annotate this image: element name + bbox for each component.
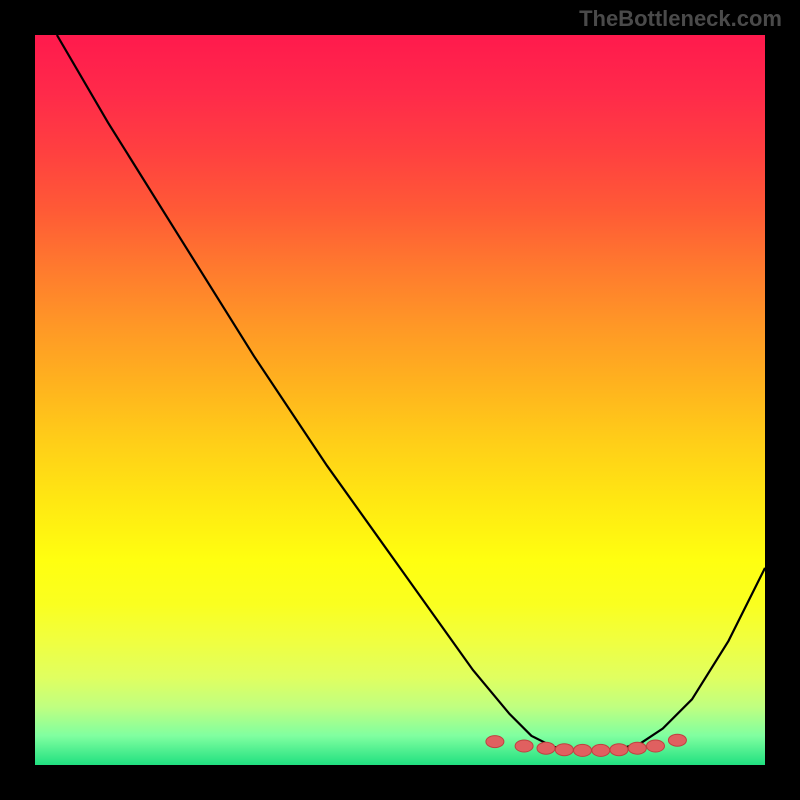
- highlight-dot: [486, 736, 504, 748]
- highlight-dot: [555, 744, 573, 756]
- watermark-text: TheBottleneck.com: [579, 6, 782, 32]
- highlight-dot: [668, 734, 686, 746]
- highlight-dot: [647, 740, 665, 752]
- highlight-dot: [537, 742, 555, 754]
- chart-svg: [35, 35, 765, 765]
- highlight-dot: [515, 740, 533, 752]
- highlight-dot: [592, 744, 610, 756]
- highlight-dot: [628, 742, 646, 754]
- highlight-dot: [610, 744, 628, 756]
- highlight-dot: [574, 744, 592, 756]
- plot-area: [35, 35, 765, 765]
- bottleneck-curve: [57, 35, 765, 750]
- highlight-dots-group: [486, 734, 687, 756]
